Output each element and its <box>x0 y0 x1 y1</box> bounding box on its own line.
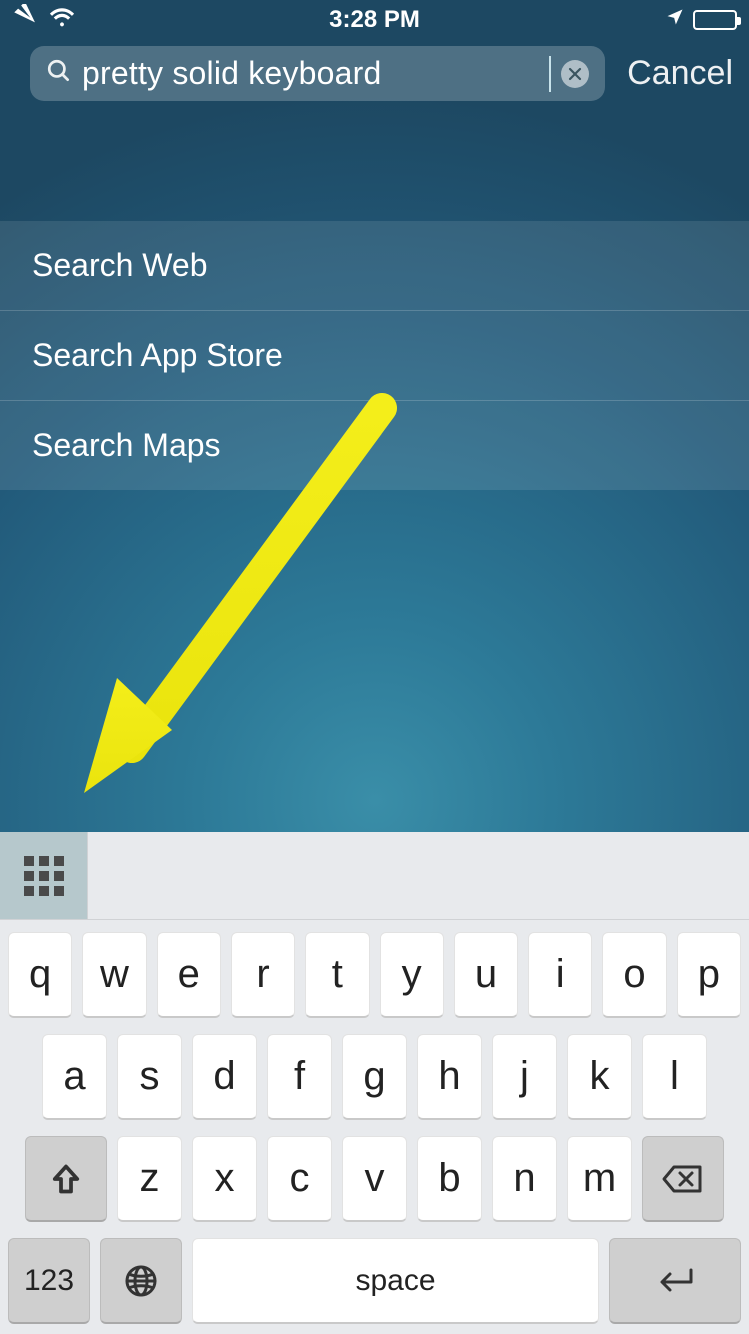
suggestion-search-maps[interactable]: Search Maps <box>0 401 749 490</box>
airplane-mode-icon <box>12 4 38 37</box>
keyboard-row-3: z x c v b n m <box>8 1136 741 1222</box>
key-shift[interactable] <box>25 1136 107 1222</box>
key-g[interactable]: g <box>342 1034 407 1120</box>
keyboard-grid-button[interactable] <box>0 832 88 919</box>
key-o[interactable]: o <box>602 932 666 1018</box>
status-time: 3:28 PM <box>254 6 496 34</box>
key-d[interactable]: d <box>192 1034 257 1120</box>
location-icon <box>665 6 685 34</box>
search-header: Cancel <box>0 40 749 117</box>
grid-icon <box>24 856 64 896</box>
key-w[interactable]: w <box>82 932 146 1018</box>
search-field[interactable] <box>30 46 605 101</box>
search-input[interactable] <box>82 55 539 92</box>
key-p[interactable]: p <box>677 932 741 1018</box>
key-y[interactable]: y <box>380 932 444 1018</box>
suggestion-search-web[interactable]: Search Web <box>0 221 749 311</box>
text-cursor <box>549 56 551 92</box>
key-numbers[interactable]: 123 <box>8 1238 90 1324</box>
spacer <box>0 117 749 221</box>
keyboard-row-4: 123 space <box>8 1238 741 1324</box>
key-backspace[interactable] <box>642 1136 724 1222</box>
key-k[interactable]: k <box>567 1034 632 1120</box>
key-b[interactable]: b <box>417 1136 482 1222</box>
key-f[interactable]: f <box>267 1034 332 1120</box>
key-return[interactable] <box>609 1238 741 1324</box>
key-n[interactable]: n <box>492 1136 557 1222</box>
key-a[interactable]: a <box>42 1034 107 1120</box>
keyboard-container: q w e r t y u i o p a s d f g h j k l z <box>0 832 749 1334</box>
keyboard-row-1: q w e r t y u i o p <box>8 932 741 1018</box>
clear-search-button[interactable] <box>561 60 589 88</box>
keyboard-row-2: a s d f g h j k l <box>8 1034 741 1120</box>
key-r[interactable]: r <box>231 932 295 1018</box>
key-c[interactable]: c <box>267 1136 332 1222</box>
status-left <box>12 4 254 37</box>
key-i[interactable]: i <box>528 932 592 1018</box>
key-s[interactable]: s <box>117 1034 182 1120</box>
key-globe[interactable] <box>100 1238 182 1324</box>
search-suggestions: Search Web Search App Store Search Maps <box>0 221 749 490</box>
key-u[interactable]: u <box>454 932 518 1018</box>
keyboard: q w e r t y u i o p a s d f g h j k l z <box>0 920 749 1334</box>
key-e[interactable]: e <box>157 932 221 1018</box>
key-v[interactable]: v <box>342 1136 407 1222</box>
cancel-button[interactable]: Cancel <box>627 54 733 93</box>
wifi-icon <box>48 6 76 35</box>
search-icon <box>46 58 72 89</box>
battery-icon <box>693 10 737 30</box>
key-space[interactable]: space <box>192 1238 599 1324</box>
status-right <box>495 6 737 34</box>
key-x[interactable]: x <box>192 1136 257 1222</box>
status-bar: 3:28 PM <box>0 0 749 40</box>
key-q[interactable]: q <box>8 932 72 1018</box>
keyboard-accessory-bar <box>0 832 749 920</box>
key-t[interactable]: t <box>305 932 369 1018</box>
key-h[interactable]: h <box>417 1034 482 1120</box>
key-m[interactable]: m <box>567 1136 632 1222</box>
key-j[interactable]: j <box>492 1034 557 1120</box>
key-l[interactable]: l <box>642 1034 707 1120</box>
key-z[interactable]: z <box>117 1136 182 1222</box>
suggestion-search-app-store[interactable]: Search App Store <box>0 311 749 401</box>
